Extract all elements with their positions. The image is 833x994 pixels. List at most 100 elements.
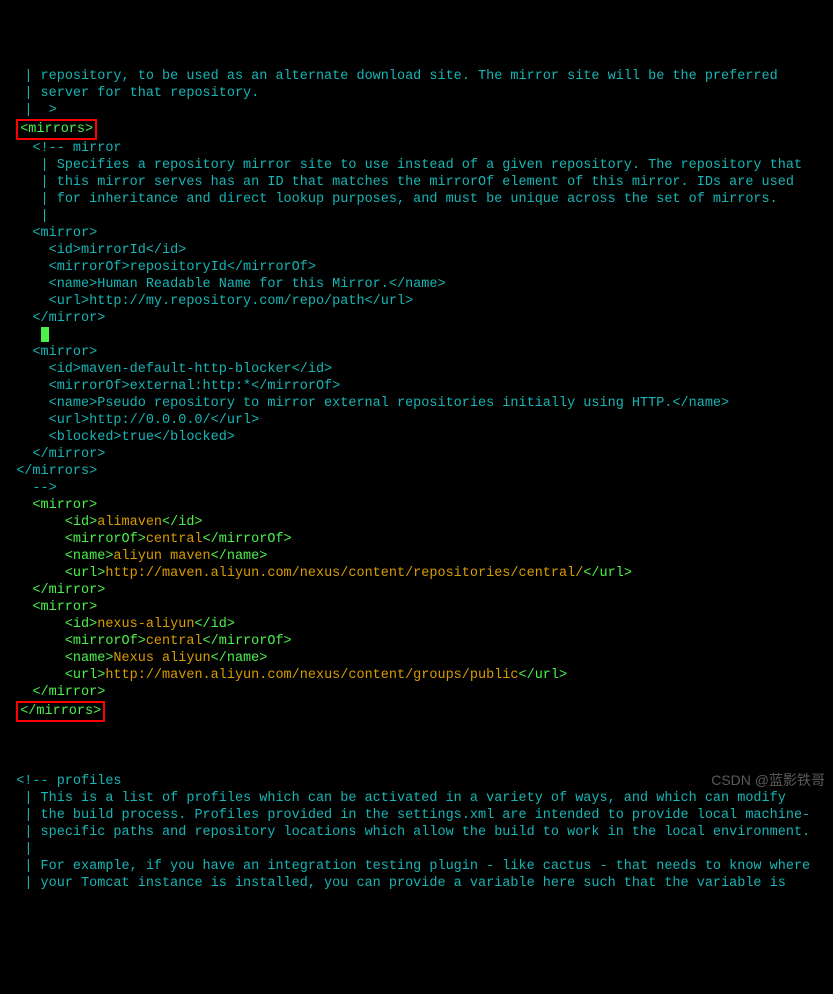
code-line: | the build process. Profiles provided i…	[0, 807, 833, 824]
code-token: </mirrors>	[20, 704, 101, 719]
code-line: <mirror>	[0, 344, 833, 361]
code-token: <mirrorOf>	[65, 532, 146, 547]
code-line: <name>Nexus aliyun</name>	[0, 650, 833, 667]
code-line: | this mirror serves has an ID that matc…	[0, 174, 833, 191]
code-token: alimaven	[97, 515, 162, 530]
code-token: | your Tomcat instance is installed, you…	[24, 876, 786, 891]
code-token: central	[146, 634, 203, 649]
code-line: <mirror>	[0, 497, 833, 514]
code-line: <mirror>	[0, 225, 833, 242]
code-token: <mirrorOf>	[65, 634, 146, 649]
code-editor-content: | repository, to be used as an alternate…	[0, 68, 833, 892]
code-line: | This is a list of profiles which can b…	[0, 790, 833, 807]
code-line: <id>maven-default-http-blocker</id>	[0, 361, 833, 378]
code-token: <name>Pseudo repository to mirror extern…	[49, 396, 730, 411]
code-token: </name>	[211, 651, 268, 666]
code-token: <name>	[65, 651, 114, 666]
code-token: </mirrorOf>	[203, 634, 292, 649]
code-line: | >	[0, 102, 833, 119]
code-line: <name>aliyun maven</name>	[0, 548, 833, 565]
code-line	[0, 756, 833, 773]
code-line: </mirrors>	[0, 463, 833, 480]
code-line	[0, 722, 833, 739]
code-line: </mirror>	[0, 310, 833, 327]
code-line: <url>http://maven.aliyun.com/nexus/conte…	[0, 565, 833, 582]
cursor-icon	[41, 327, 49, 342]
code-token: </mirror>	[32, 583, 105, 598]
code-line: <mirror>	[0, 599, 833, 616]
code-token: <blocked>true</blocked>	[49, 430, 235, 445]
code-line: <mirrorOf>central</mirrorOf>	[0, 633, 833, 650]
code-token: </mirror>	[32, 447, 105, 462]
code-line: <url>http://maven.aliyun.com/nexus/conte…	[0, 667, 833, 684]
code-token	[0, 723, 8, 738]
code-line: </mirror>	[0, 582, 833, 599]
code-token: <name>	[65, 549, 114, 564]
code-line: <mirrorOf>external:http:*</mirrorOf>	[0, 378, 833, 395]
code-token: |	[41, 209, 49, 224]
code-line: | your Tomcat instance is installed, you…	[0, 875, 833, 892]
code-token: | This is a list of profiles which can b…	[24, 791, 786, 806]
code-line	[0, 739, 833, 756]
code-token: central	[146, 532, 203, 547]
code-token: </mirrorOf>	[203, 532, 292, 547]
code-token: </url>	[583, 566, 632, 581]
code-line: </mirrors>	[0, 701, 833, 722]
code-token: </id>	[162, 515, 203, 530]
code-token: <mirror>	[32, 498, 97, 513]
code-token: </name>	[211, 549, 268, 564]
code-token: </url>	[519, 668, 568, 683]
code-line: |	[0, 841, 833, 858]
code-line: | specific paths and repository location…	[0, 824, 833, 841]
code-token: | Specifies a repository mirror site to …	[41, 158, 803, 173]
code-line: <mirrorOf>repositoryId</mirrorOf>	[0, 259, 833, 276]
code-line: <url>http://my.repository.com/repo/path<…	[0, 293, 833, 310]
highlight-box: <mirrors>	[16, 119, 97, 140]
code-line: </mirror>	[0, 684, 833, 701]
code-token: <mirror>	[32, 345, 97, 360]
code-token: aliyun maven	[113, 549, 210, 564]
code-token: </mirrors>	[16, 464, 97, 479]
code-line: <name>Human Readable Name for this Mirro…	[0, 276, 833, 293]
code-token: <mirror>	[32, 226, 97, 241]
code-token: | repository, to be used as an alternate…	[24, 69, 777, 84]
code-token: | server for that repository.	[24, 86, 259, 101]
code-token: <id>mirrorId</id>	[49, 243, 187, 258]
code-line: <!-- mirror	[0, 140, 833, 157]
code-line: | Specifies a repository mirror site to …	[0, 157, 833, 174]
code-line: <id>alimaven</id>	[0, 514, 833, 531]
code-token	[0, 757, 8, 772]
code-line: <url>http://0.0.0.0/</url>	[0, 412, 833, 429]
code-token: http://maven.aliyun.com/nexus/content/gr…	[105, 668, 518, 683]
code-line: <mirrors>	[0, 119, 833, 140]
code-line: | repository, to be used as an alternate…	[0, 68, 833, 85]
code-token: |	[24, 842, 32, 857]
code-line: |	[0, 208, 833, 225]
code-token: <!-- profiles	[16, 774, 121, 789]
code-token: | the build process. Profiles provided i…	[24, 808, 810, 823]
code-line: <name>Pseudo repository to mirror extern…	[0, 395, 833, 412]
code-token: <id>	[65, 515, 97, 530]
code-line	[0, 327, 833, 344]
code-token: | For example, if you have an integratio…	[24, 859, 810, 874]
code-token: -->	[32, 481, 56, 496]
code-token: <!-- mirror	[32, 141, 121, 156]
code-line: <!-- profiles	[0, 773, 833, 790]
code-line: | For example, if you have an integratio…	[0, 858, 833, 875]
code-token: <id>	[65, 617, 97, 632]
code-token: <mirror>	[32, 600, 97, 615]
code-token: <mirrors>	[20, 122, 93, 137]
highlight-box: </mirrors>	[16, 701, 105, 722]
code-token	[0, 740, 8, 755]
code-line: <blocked>true</blocked>	[0, 429, 833, 446]
code-token: Nexus aliyun	[113, 651, 210, 666]
code-token: <id>maven-default-http-blocker</id>	[49, 362, 333, 377]
code-token: <url>	[65, 566, 106, 581]
code-token: <mirrorOf>external:http:*</mirrorOf>	[49, 379, 341, 394]
code-token: | this mirror serves has an ID that matc…	[41, 175, 794, 190]
code-token: | >	[24, 103, 56, 118]
code-token: <url>http://0.0.0.0/</url>	[49, 413, 260, 428]
code-token: <url>http://my.repository.com/repo/path<…	[49, 294, 414, 309]
code-line: <id>mirrorId</id>	[0, 242, 833, 259]
code-line: | server for that repository.	[0, 85, 833, 102]
